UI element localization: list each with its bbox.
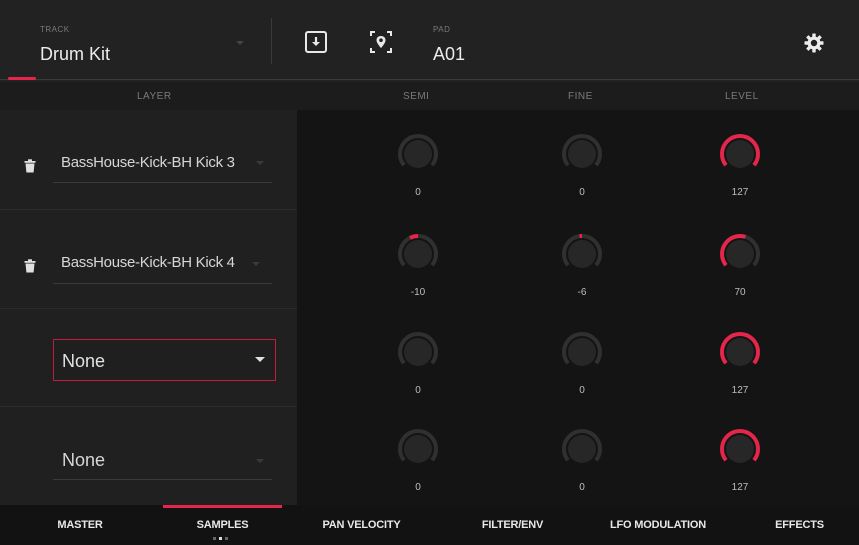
track-selector[interactable]: Drum Kit [40,44,110,65]
layer-sample-value: None [62,351,106,371]
column-header-level: LEVEL [725,91,759,102]
semi-value: 0 [415,187,421,198]
semi-value: 0 [415,482,421,493]
page-dot [225,537,228,540]
track-label: TRACK [40,25,70,34]
semi-value: -10 [410,287,426,298]
select-underline [53,182,272,183]
fine-value: 0 [579,187,585,198]
column-header-fine: FINE [568,91,593,102]
level-value: 70 [734,287,746,298]
bottom-tab-bar: MASTER SAMPLES PAN VELOCITY FILTER/ENV L… [0,505,859,545]
fine-value: 0 [579,482,585,493]
chevron-down-icon[interactable] [256,459,264,463]
select-underline [53,283,272,284]
level-knob[interactable] [713,227,767,281]
header-bar: TRACK Drum Kit PAD A01 [0,0,859,82]
gear-icon[interactable] [803,32,825,54]
level-knob[interactable] [713,127,767,181]
chevron-down-icon[interactable] [256,161,264,165]
tab-master[interactable]: MASTER [0,505,160,545]
column-header-layer: LAYER [137,91,172,102]
level-value: 127 [731,385,749,396]
semi-knob[interactable] [391,227,445,281]
header-underline [0,79,859,80]
semi-knob[interactable] [391,127,445,181]
trash-icon[interactable] [24,159,36,173]
locate-icon[interactable] [368,29,394,55]
page-dot [213,537,216,540]
fine-value: -6 [577,287,587,298]
pad-label: PAD [433,25,451,34]
semi-value: 0 [415,385,421,396]
column-header-row: LAYER SEMI FINE LEVEL [0,82,859,110]
fine-knob[interactable] [555,227,609,281]
fine-knob[interactable] [555,127,609,181]
active-tab-indicator [163,505,282,508]
column-header-semi: SEMI [403,91,430,102]
layer-sample-select-focused[interactable]: None [53,339,276,381]
fine-knob[interactable] [555,422,609,476]
page-indicator [213,537,228,540]
level-knob[interactable] [713,422,767,476]
header-divider [271,18,272,64]
fine-knob[interactable] [555,325,609,379]
pad-selector[interactable]: A01 [433,44,465,65]
semi-knob[interactable] [391,325,445,379]
level-value: 127 [731,187,749,198]
page-dot-active [219,537,222,540]
fine-value: 0 [579,385,585,396]
tab-filter-env[interactable]: FILTER/ENV [448,505,577,545]
chevron-down-icon [255,357,265,362]
layer-sample-select[interactable]: BassHouse-Kick-BH Kick 4 [61,254,235,271]
row-divider [0,308,297,309]
tab-lfo-modulation[interactable]: LFO MODULATION [590,505,726,545]
tab-pan-velocity[interactable]: PAN VELOCITY [295,505,428,545]
level-value: 127 [731,482,749,493]
semi-knob[interactable] [391,422,445,476]
download-icon[interactable] [305,31,327,53]
level-knob[interactable] [713,325,767,379]
tab-effects[interactable]: EFFECTS [740,505,859,545]
chevron-down-icon[interactable] [252,262,260,266]
select-underline [53,479,272,480]
layer-sample-select[interactable]: None [62,450,105,471]
trash-icon[interactable] [24,259,36,273]
header-accent-indicator [8,77,36,80]
row-divider [0,209,297,210]
row-divider [0,406,297,407]
layer-sample-select[interactable]: BassHouse-Kick-BH Kick 3 [61,154,235,171]
chevron-down-icon[interactable] [236,41,244,45]
